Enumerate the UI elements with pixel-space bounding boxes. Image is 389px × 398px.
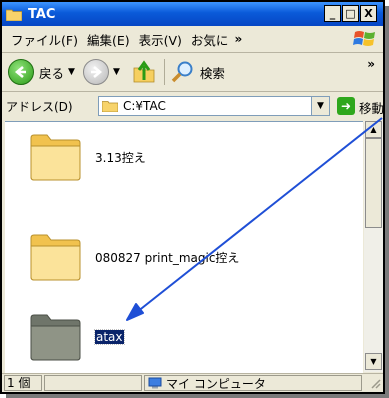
maximize-button[interactable]: □: [342, 5, 359, 22]
back-arrow-icon: [14, 66, 26, 78]
menu-bar: ファイル(F) 編集(E) 表示(V) お気に »: [2, 26, 383, 53]
back-button[interactable]: [8, 59, 34, 85]
folder-icon: [30, 134, 81, 181]
item-name-selected[interactable]: atax: [94, 329, 125, 345]
forward-button[interactable]: [82, 59, 109, 85]
menu-edit[interactable]: 編集(E): [87, 30, 130, 49]
folder-icon: [6, 9, 22, 21]
folder-icon: [30, 234, 81, 281]
menu-favorites[interactable]: お気に: [191, 30, 229, 49]
window-shadow: [6, 394, 389, 398]
item-name: 080827 print_magic控え: [95, 250, 240, 265]
scroll-down-button[interactable]: ▼: [365, 353, 382, 370]
folder-icon: [30, 314, 81, 361]
toolbar: 戻る ▼ ▼ 検索 »: [2, 53, 383, 92]
status-empty-cell: [44, 375, 142, 391]
toolbar-overflow-button[interactable]: »: [367, 57, 375, 71]
list-item[interactable]: 080827 print_magic控え: [27, 232, 239, 282]
resize-grip-icon[interactable]: [369, 377, 381, 389]
status-location: マイ コンピュータ: [166, 376, 266, 391]
address-label: アドレス(D): [6, 99, 73, 114]
explorer-window: TAC _ □ X ファイル(F) 編集(E) 表示(V) お気に » 戻る ▼: [0, 0, 385, 394]
address-input[interactable]: C:¥TAC ▼: [98, 96, 330, 116]
back-dropdown-icon[interactable]: ▼: [68, 67, 75, 77]
back-label[interactable]: 戻る: [39, 63, 64, 82]
go-button[interactable]: 移動: [359, 98, 384, 117]
address-bar: アドレス(D) C:¥TAC ▼ ➜ 移動: [2, 92, 384, 120]
title-bar[interactable]: TAC _ □ X: [2, 2, 383, 26]
folder-icon: [102, 101, 118, 112]
up-folder-icon[interactable]: [132, 60, 156, 84]
window-title: TAC: [28, 6, 56, 22]
vertical-scrollbar[interactable]: ▲ ▼: [364, 121, 383, 372]
forward-arrow-icon: [90, 66, 102, 78]
menu-view[interactable]: 表示(V): [139, 30, 182, 49]
forward-dropdown-icon[interactable]: ▼: [113, 67, 120, 77]
scroll-up-button[interactable]: ▲: [365, 121, 382, 138]
status-count: 1 個: [4, 375, 42, 391]
menu-overflow-button[interactable]: »: [234, 32, 242, 46]
windows-logo-icon: [353, 31, 375, 46]
go-arrow-icon[interactable]: ➜: [337, 97, 355, 115]
status-location-cell: マイ コンピュータ: [144, 375, 362, 391]
address-dropdown-icon[interactable]: ▼: [311, 97, 329, 115]
toolbar-separator: [163, 59, 165, 85]
window-shadow: [385, 6, 389, 398]
file-list: 3.13控え 080827 print_magic控え atax: [5, 121, 363, 373]
list-item[interactable]: 3.13控え: [27, 132, 146, 182]
minimize-button[interactable]: _: [324, 5, 341, 22]
close-button[interactable]: X: [360, 5, 377, 22]
scroll-thumb[interactable]: [365, 138, 382, 228]
menu-file[interactable]: ファイル(F): [11, 30, 78, 49]
search-label[interactable]: 検索: [200, 63, 225, 82]
computer-icon: [148, 377, 162, 389]
list-item[interactable]: atax: [27, 312, 125, 362]
address-path: C:¥TAC: [123, 99, 166, 113]
item-name: 3.13控え: [95, 150, 146, 165]
search-icon[interactable]: [171, 60, 195, 84]
status-bar: 1 個 マイ コンピュータ: [2, 373, 383, 393]
